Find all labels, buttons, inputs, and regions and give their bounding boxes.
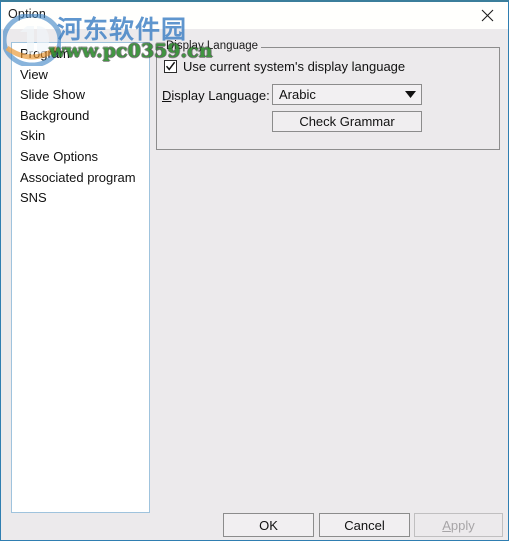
- sidebar-item-program[interactable]: Program: [12, 44, 149, 65]
- sidebar-item-slide-show[interactable]: Slide Show: [12, 85, 149, 106]
- title-bar: Option: [1, 2, 508, 29]
- checkbox-label: Use current system's display language: [183, 59, 406, 74]
- check-grammar-button[interactable]: Check Grammar: [272, 111, 422, 132]
- display-language-label-rest: isplay Language:: [171, 88, 270, 103]
- sidebar-item-skin[interactable]: Skin: [12, 126, 149, 147]
- display-language-value: Arabic: [279, 87, 316, 102]
- sidebar-item-view[interactable]: View: [12, 65, 149, 86]
- display-language-label: Display Language:: [162, 88, 270, 103]
- chevron-down-icon: [399, 91, 421, 98]
- close-button[interactable]: [466, 2, 508, 28]
- sidebar-item-associated-program[interactable]: Associated program: [12, 168, 149, 189]
- cancel-button[interactable]: Cancel: [319, 513, 410, 537]
- checkbox-box[interactable]: [164, 60, 177, 73]
- close-icon: [481, 9, 494, 22]
- page-title: Option: [8, 7, 47, 21]
- sidebar-item-sns[interactable]: SNS: [12, 188, 149, 209]
- display-language-select[interactable]: Arabic: [272, 84, 422, 105]
- apply-button: Apply: [414, 513, 503, 537]
- options-dialog: Option Program View Slide Show Backgroun…: [0, 0, 509, 541]
- category-listbox[interactable]: Program View Slide Show Background Skin …: [11, 42, 150, 513]
- use-system-language-checkbox[interactable]: Use current system's display language: [164, 59, 405, 74]
- sidebar-item-background[interactable]: Background: [12, 106, 149, 127]
- sidebar-item-save-options[interactable]: Save Options: [12, 147, 149, 168]
- apply-label-rest: pply: [450, 517, 475, 533]
- ok-button[interactable]: OK: [223, 513, 314, 537]
- groupbox-legend: Display Language: [163, 40, 262, 52]
